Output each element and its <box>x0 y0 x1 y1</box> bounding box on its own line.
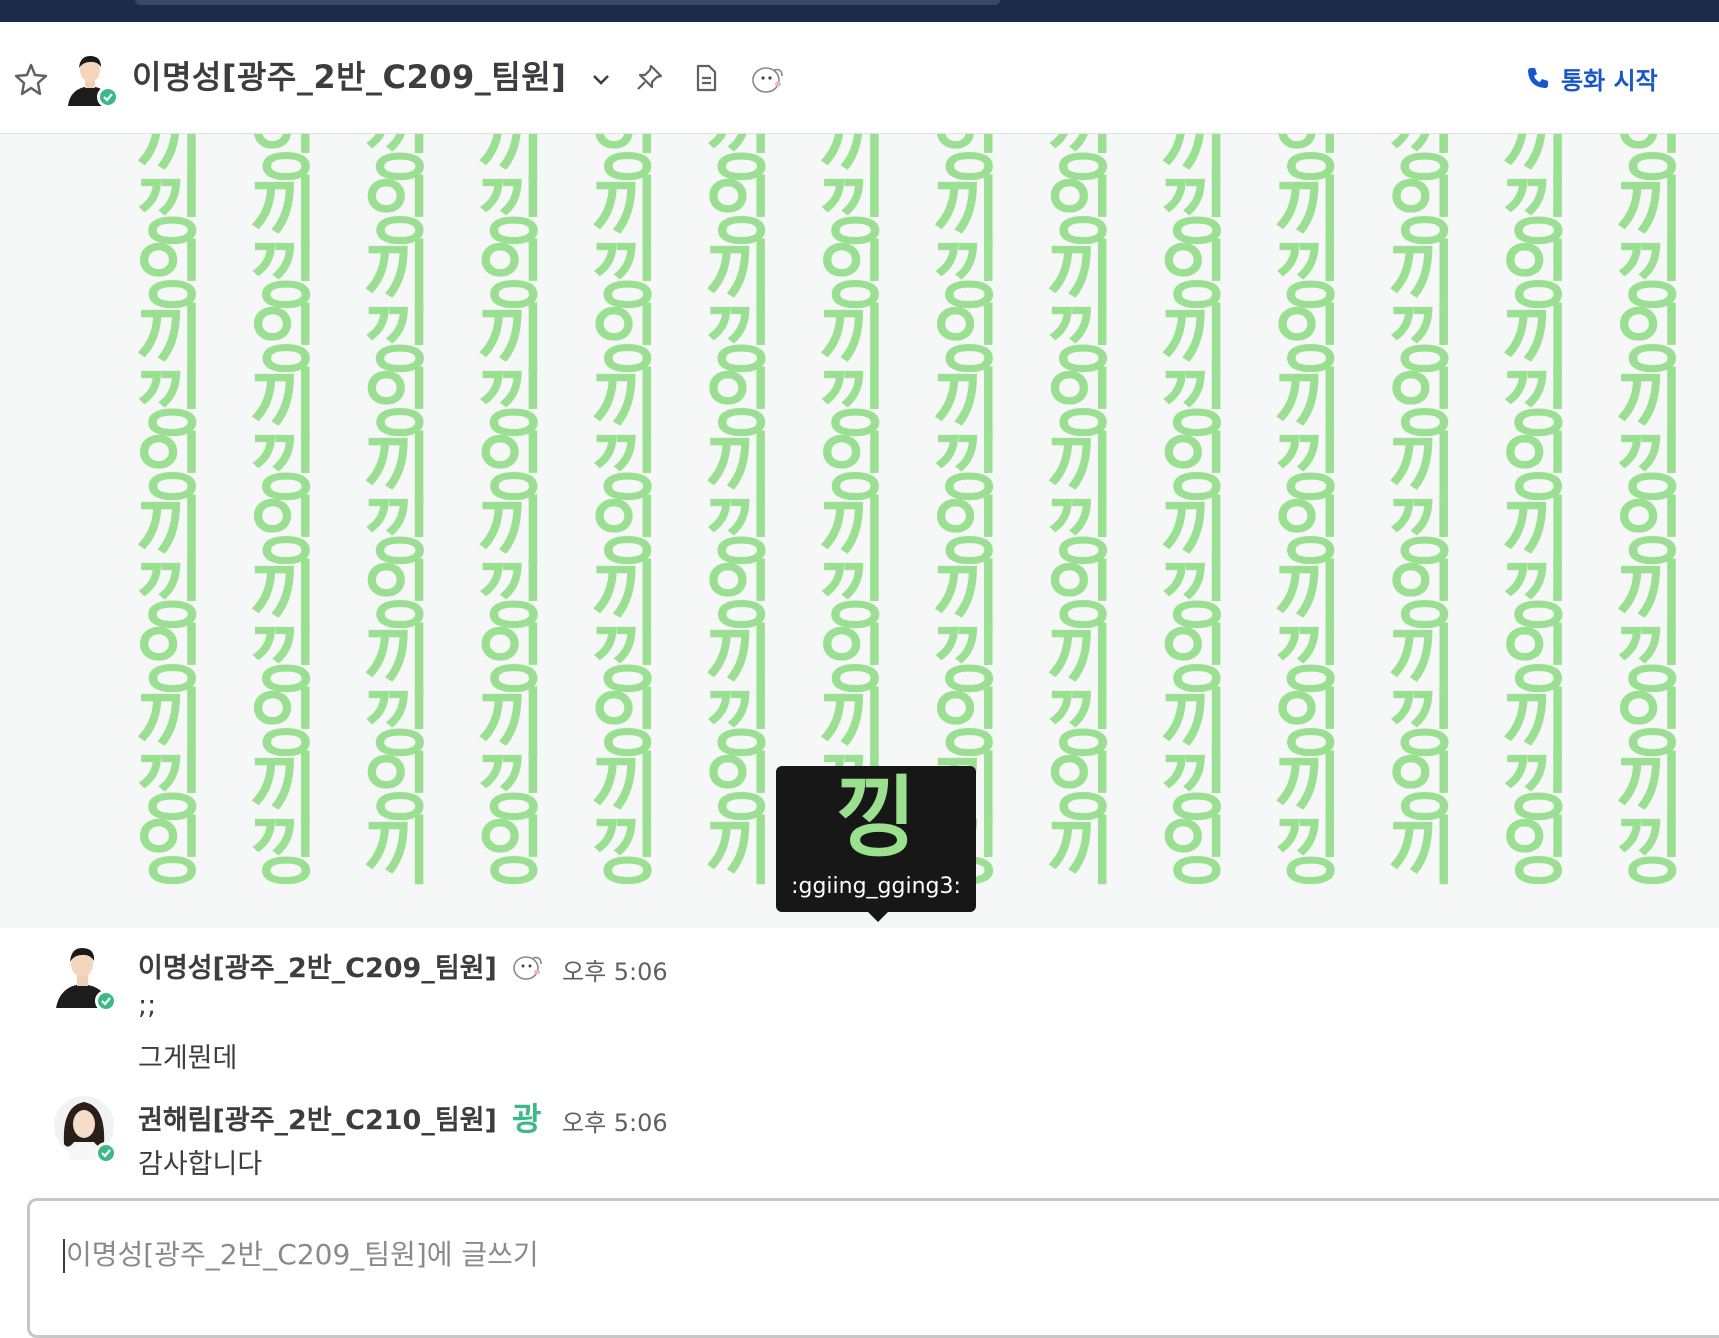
custom-emoji-badge: 광 <box>512 1100 542 1138</box>
message-text: 감사합니다 <box>138 1149 263 1180</box>
message-author[interactable]: 이명성[광주_2반_C209_팀원] <box>138 946 497 985</box>
avatar[interactable] <box>64 50 120 108</box>
pin-icon[interactable] <box>633 62 665 94</box>
message-text: 그게뭔데 <box>138 1043 238 1074</box>
phone-icon <box>1528 68 1548 88</box>
ddung-emoji-icon[interactable] <box>748 60 788 96</box>
emoji-banner: 끼 잉 낑 끼 잉 낑 끼 잉 낑 끼 잉 낑 끼 잉 낑 끼 잉 낑 끼 잉 … <box>0 134 1719 928</box>
search-bar-edge[interactable] <box>135 0 1000 5</box>
channel-header: 이명성[광주_2반_C209_팀원] 통화 시작 <box>0 22 1719 134</box>
check-icon <box>103 93 113 102</box>
text-caret <box>63 1239 65 1273</box>
channel-title[interactable]: 이명성[광주_2반_C209_팀원] <box>132 52 566 98</box>
online-status-badge <box>95 1142 117 1164</box>
chevron-down-icon[interactable] <box>588 66 614 92</box>
message-timestamp[interactable]: 오후 5:06 <box>562 952 668 987</box>
online-status-badge <box>97 86 119 108</box>
emoji-preview: 낑 <box>835 766 917 869</box>
avatar[interactable] <box>54 942 117 1012</box>
emoji-shortcode: :ggiing_gging3: <box>791 874 961 899</box>
message-author[interactable]: 권해림[광주_2반_C210_팀원] <box>138 1098 497 1137</box>
check-icon <box>101 997 111 1006</box>
online-status-badge <box>95 990 117 1012</box>
message-timestamp[interactable]: 오후 5:06 <box>562 1103 668 1138</box>
top-bar <box>0 0 1719 22</box>
start-call-label: 통화 시작 <box>1561 66 1658 95</box>
composer-placeholder: 이명성[광주_2반_C209_팀원]에 글쓰기 <box>66 1238 539 1271</box>
star-icon[interactable] <box>12 60 50 98</box>
document-icon[interactable] <box>690 62 722 94</box>
message-composer[interactable]: 이명성[광주_2반_C209_팀원]에 글쓰기 <box>27 1198 1719 1338</box>
start-call-button[interactable]: 통화 시작 <box>1525 60 1658 96</box>
emoji-tooltip: 낑 :ggiing_gging3: <box>776 766 976 922</box>
ddung-emoji-icon <box>510 950 546 982</box>
check-icon <box>101 1149 111 1158</box>
avatar[interactable] <box>54 1094 117 1164</box>
message-text: ;; <box>138 990 157 1021</box>
